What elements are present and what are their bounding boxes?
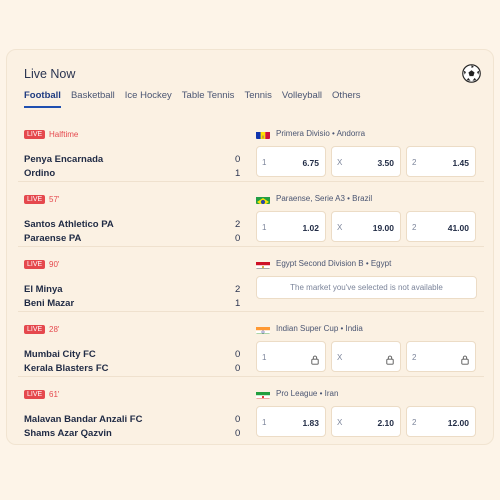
away-team-name[interactable]: Paraense PA xyxy=(24,233,81,244)
away-score: 0 xyxy=(235,233,241,244)
home-team-name[interactable]: El Minya xyxy=(24,284,63,295)
match-time: 57' xyxy=(49,195,60,204)
live-now-panel: Live Now Football Basketball Ice Hockey Tab… xyxy=(6,49,494,445)
live-badge: LIVE xyxy=(24,195,46,204)
iran-flag-icon xyxy=(256,389,270,399)
home-team-name[interactable]: Santos Athletico PA xyxy=(24,219,114,230)
odds-button-2[interactable]: 2 12.00 xyxy=(406,406,476,437)
odds-button-2[interactable]: 2 1.45 xyxy=(406,146,476,177)
away-score: 1 xyxy=(235,298,241,309)
match-row: LIVE 61' Malavan Bandar Anzali FC Shams Aza… xyxy=(18,378,484,442)
home-score: 0 xyxy=(235,349,241,360)
league-name[interactable]: Paraense, Serie A3 • Brazil xyxy=(276,194,372,203)
odds-button-x[interactable]: X 2.10 xyxy=(331,406,401,437)
football-icon[interactable] xyxy=(462,64,481,83)
market-unavailable-message: The market you've selected is not availa… xyxy=(256,276,477,299)
live-badge: LIVE xyxy=(24,390,46,399)
odds-outcome-label: 2 xyxy=(412,158,417,167)
odds-button-1[interactable]: 1 1.83 xyxy=(256,406,326,437)
league-name[interactable]: Primera Divisio • Andorra xyxy=(276,129,365,138)
odds-value: 1.45 xyxy=(452,158,469,168)
tab-tennis[interactable]: Tennis xyxy=(244,90,271,108)
egypt-flag-icon xyxy=(256,259,270,269)
match-time: 61' xyxy=(49,390,60,399)
lock-icon xyxy=(311,352,319,365)
odds-button-x[interactable]: X xyxy=(331,341,401,372)
row-divider xyxy=(18,311,484,312)
odds-outcome-label: 1 xyxy=(262,158,267,167)
section-title: Live Now xyxy=(24,67,76,81)
odds-outcome-label: 1 xyxy=(262,418,267,427)
odds-outcome-label: X xyxy=(337,158,343,167)
live-badge: LIVE xyxy=(24,130,46,139)
odds-button-x[interactable]: X 3.50 xyxy=(331,146,401,177)
home-team-name[interactable]: Mumbai City FC xyxy=(24,349,96,360)
away-team-name[interactable]: Ordino xyxy=(24,168,55,179)
away-team-name[interactable]: Beni Mazar xyxy=(24,298,74,309)
tab-others[interactable]: Others xyxy=(332,90,361,108)
away-score: 0 xyxy=(235,428,241,439)
odds-value: 12.00 xyxy=(447,418,469,428)
live-badge: LIVE xyxy=(24,325,46,334)
odds-button-1[interactable]: 1 1.02 xyxy=(256,211,326,242)
league-name[interactable]: Indian Super Cup • India xyxy=(276,324,363,333)
league-name[interactable]: Egypt Second Division B • Egypt xyxy=(276,259,391,268)
odds-outcome-label: X xyxy=(337,353,343,362)
odds-outcome-label: X xyxy=(337,223,343,232)
brazil-flag-icon xyxy=(256,194,270,204)
row-divider xyxy=(18,181,484,182)
odds-outcome-label: 1 xyxy=(262,223,267,232)
odds-value: 1.83 xyxy=(302,418,319,428)
odds-value: 19.00 xyxy=(372,223,394,233)
odds-value: 41.00 xyxy=(447,223,469,233)
away-team-name[interactable]: Shams Azar Qazvin xyxy=(24,428,112,439)
match-row: LIVE 28' Mumbai City FC Kerala Blasters FC 0… xyxy=(18,313,484,377)
odds-outcome-label: 2 xyxy=(412,223,417,232)
odds-value: 6.75 xyxy=(302,158,319,168)
tab-table-tennis[interactable]: Table Tennis xyxy=(182,90,235,108)
andorra-flag-icon xyxy=(256,129,270,139)
odds-button-1[interactable]: 1 6.75 xyxy=(256,146,326,177)
tab-volleyball[interactable]: Volleyball xyxy=(282,90,322,108)
match-row: LIVE 90' El Minya Beni Mazar 2 1 Egypt Second … xyxy=(18,248,484,312)
away-score: 0 xyxy=(235,363,241,374)
row-divider xyxy=(18,376,484,377)
odds-value: 2.10 xyxy=(377,418,394,428)
row-divider xyxy=(18,246,484,247)
odds-value: 1.02 xyxy=(302,223,319,233)
odds-outcome-label: 2 xyxy=(412,418,417,427)
sport-tabs: Football Basketball Ice Hockey Table Tennis… xyxy=(24,90,371,108)
lock-icon xyxy=(386,352,394,365)
odds-outcome-label: X xyxy=(337,418,343,427)
home-score: 2 xyxy=(235,219,241,230)
away-team-name[interactable]: Kerala Blasters FC xyxy=(24,363,108,374)
odds-outcome-label: 2 xyxy=(412,353,417,362)
league-name[interactable]: Pro League • Iran xyxy=(276,389,338,398)
match-time: 90' xyxy=(49,260,60,269)
odds-value: 3.50 xyxy=(377,158,394,168)
away-score: 1 xyxy=(235,168,241,179)
match-row: LIVE 57' Santos Athletico PA Paraense PA 2 0 P… xyxy=(18,183,484,247)
odds-button-2[interactable]: 2 xyxy=(406,341,476,372)
odds-button-2[interactable]: 2 41.00 xyxy=(406,211,476,242)
odds-button-x[interactable]: X 19.00 xyxy=(331,211,401,242)
india-flag-icon xyxy=(256,324,270,334)
tab-ice-hockey[interactable]: Ice Hockey xyxy=(125,90,172,108)
home-score: 0 xyxy=(235,154,241,165)
home-score: 0 xyxy=(235,414,241,425)
match-time: Halftime xyxy=(49,130,79,139)
home-team-name[interactable]: Malavan Bandar Anzali FC xyxy=(24,414,142,425)
odds-outcome-label: 1 xyxy=(262,353,267,362)
home-score: 2 xyxy=(235,284,241,295)
match-row: LIVE Halftime Penya Encarnada Ordino 0 1 Prime… xyxy=(18,118,484,182)
tab-basketball[interactable]: Basketball xyxy=(71,90,115,108)
live-badge: LIVE xyxy=(24,260,46,269)
tab-football[interactable]: Football xyxy=(24,90,61,108)
home-team-name[interactable]: Penya Encarnada xyxy=(24,154,103,165)
match-time: 28' xyxy=(49,325,60,334)
lock-icon xyxy=(461,352,469,365)
odds-button-1[interactable]: 1 xyxy=(256,341,326,372)
